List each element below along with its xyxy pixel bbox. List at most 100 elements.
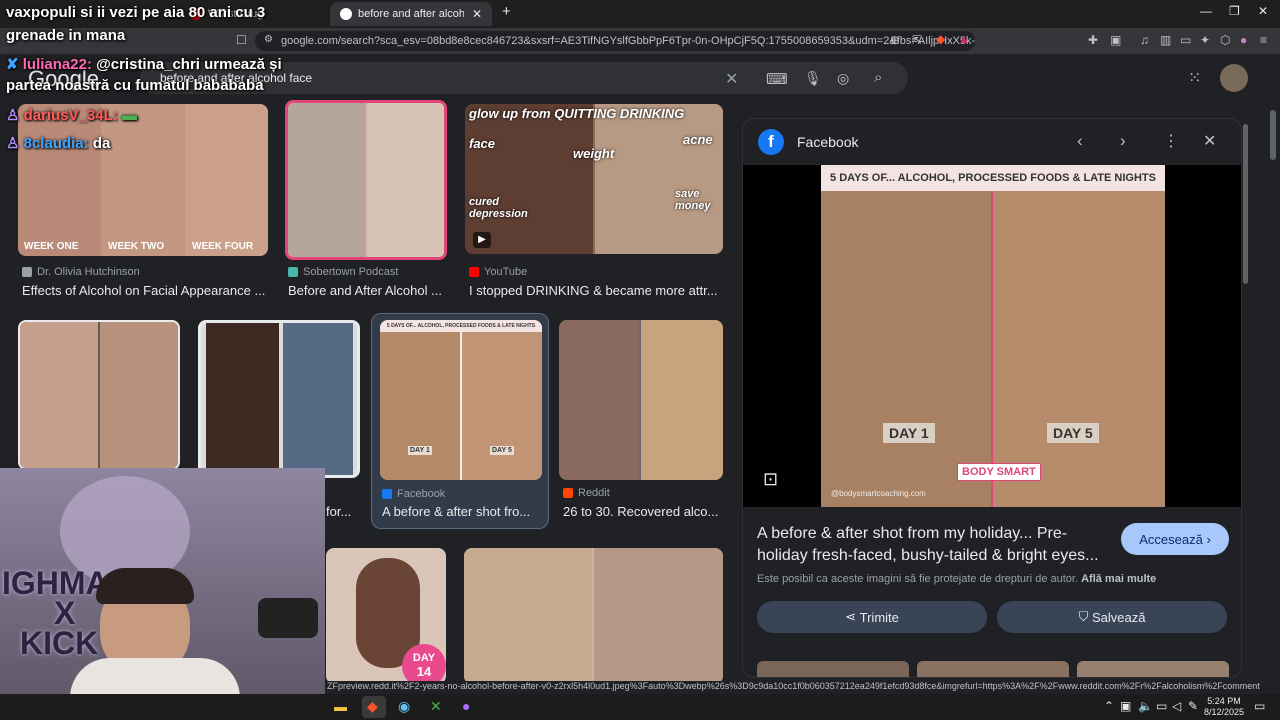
new-tab-icon[interactable]: + (502, 3, 511, 20)
image-tag: face (469, 136, 496, 151)
share-page-icon[interactable]: ⇱ (912, 33, 922, 47)
preview-photo: 5 DAYS OF... ALCOHOL, PROCESSED FOODS & … (821, 165, 1165, 507)
notification-icon[interactable]: ▭ (1254, 699, 1265, 713)
image-caption: 5 DAYS OF... ALCOHOL, PROCESSED FOODS & … (380, 320, 542, 332)
app-icon[interactable]: ✕ (430, 698, 442, 715)
close-tab-icon[interactable]: ✕ (472, 7, 482, 21)
link-status-bar: ZFpreview.redd.it%2F2-years-no-alcohol-b… (325, 681, 1260, 694)
previous-icon[interactable]: ‹ (1077, 131, 1083, 151)
zoom-icon[interactable]: ⊕ (890, 33, 900, 47)
title-line: A before & after shot from my holiday...… (757, 525, 1068, 542)
more-options-icon[interactable]: ⋮ (1163, 131, 1179, 151)
result-image[interactable] (559, 320, 723, 480)
media-icon[interactable]: ▣ (1110, 33, 1121, 47)
streaming-app-icon[interactable]: ● (462, 698, 470, 714)
extensions-icon[interactable]: ✚ (1088, 33, 1098, 47)
panel-source[interactable]: Facebook (797, 134, 858, 150)
close-panel-icon[interactable]: ✕ (1203, 131, 1216, 151)
bookmark-icon[interactable]: ☐ (236, 33, 247, 47)
minimize-icon[interactable]: — (1200, 4, 1212, 18)
volume-icon[interactable]: 🔈 (1138, 699, 1153, 713)
brave-shield-icon[interactable]: ◆ (936, 32, 945, 46)
panel-scrollbar[interactable] (1243, 124, 1248, 284)
save-button[interactable]: ⛉ Salvează (997, 601, 1227, 633)
result-title[interactable]: for... (326, 504, 356, 519)
result-source: Reddit (563, 487, 610, 499)
share-button[interactable]: ⋖ Trimite (757, 601, 987, 633)
source-label: Dr. Olivia Hutchinson (37, 266, 140, 278)
keyboard-icon[interactable]: ⌨ (766, 70, 788, 88)
clear-search-icon[interactable]: ✕ (725, 69, 738, 89)
banner-line: KICK (20, 625, 99, 661)
lens-icon[interactable]: ◎ (837, 70, 849, 87)
close-window-icon[interactable]: ✕ (1258, 4, 1268, 18)
lens-search-icon[interactable]: ⊡ (763, 469, 778, 490)
streamer-hair (96, 568, 194, 604)
result-image[interactable] (285, 100, 447, 260)
chat-line: ♙ dariusV_34L: ▬ (6, 106, 137, 124)
related-thumbnail[interactable] (917, 661, 1069, 677)
result-title[interactable]: A before & after shot fro... (382, 504, 544, 519)
page-scrollbar[interactable] (1270, 110, 1276, 160)
tab-label: before and after alcohol face - G (358, 8, 464, 20)
result-title[interactable]: 26 to 30. Recovered alco... (563, 504, 723, 519)
image-label: WEEK ONE (24, 241, 79, 252)
microphone-icon[interactable]: 🎙 (804, 70, 822, 87)
copyright-notice: Este posibil ca aceste imagini să fie pr… (757, 573, 1156, 585)
windows-taskbar: ▬ ◆ ◉ ✕ ● ⌃ ▣ 🔈 ▭ ◁ ✎ 5:24 PM 8/12/2025 … (0, 694, 1280, 720)
speaker-icon[interactable]: ◁ (1172, 699, 1181, 713)
site-info-icon[interactable]: ⚙ (264, 34, 273, 45)
system-clock[interactable]: 5:24 PM 8/12/2025 (1204, 696, 1244, 718)
account-avatar[interactable] (1220, 64, 1248, 92)
visit-button[interactable]: Accesează › (1121, 523, 1229, 555)
related-thumbnail[interactable] (757, 661, 909, 677)
url-field[interactable]: ⚙ google.com/search?sca_esv=08bd8e8cec84… (255, 31, 975, 51)
result-title[interactable]: Before and After Alcohol ... (288, 283, 448, 298)
restore-icon[interactable]: ❐ (1229, 4, 1240, 18)
tray-chevron-icon[interactable]: ⌃ (1104, 699, 1114, 713)
menu-icon[interactable]: ≡ (1260, 33, 1267, 47)
result-image[interactable]: 5 DAYS OF... ALCOHOL, PROCESSED FOODS & … (380, 320, 542, 480)
learn-more-link[interactable]: Află mai multe (1081, 573, 1156, 585)
result-image[interactable] (464, 548, 723, 684)
related-thumbnail[interactable] (1077, 661, 1229, 677)
result-title[interactable]: Effects of Alcohol on Facial Appearance … (22, 283, 270, 298)
result-source: YouTube (469, 266, 527, 278)
brave-browser-icon[interactable]: ◆ (367, 698, 378, 715)
chat-badge-icon: ♙ (6, 135, 20, 152)
day-label: DAY 5 (490, 446, 514, 455)
chat-username: 8claudia: (23, 135, 89, 152)
result-source: Sobertown Podcast (288, 266, 398, 278)
result-image[interactable]: DAY 14 (326, 548, 446, 684)
face-photo (380, 332, 460, 480)
result-title[interactable]: I stopped DRINKING & became more attr... (469, 283, 723, 298)
copyright-text: Este posibil ca aceste imagini să fie pr… (757, 573, 1079, 585)
brave-rewards-icon[interactable]: ▲ (958, 32, 970, 46)
leo-icon[interactable]: ✦ (1200, 33, 1210, 47)
result-image[interactable] (198, 320, 360, 478)
panel-title[interactable]: A before & after shot from my holiday...… (757, 523, 1099, 567)
music-icon[interactable]: ♫ (1140, 33, 1149, 47)
steam-icon[interactable]: ◉ (398, 698, 410, 715)
result-image[interactable]: WEEK ONE WEEK TWO WEEK FOUR (18, 104, 268, 256)
pen-icon[interactable]: ✎ (1188, 699, 1198, 713)
search-icon[interactable]: ⌕ (874, 69, 882, 86)
wallet-icon[interactable]: ▭ (1180, 33, 1191, 47)
preview-image[interactable]: 5 DAYS OF... ALCOHOL, PROCESSED FOODS & … (743, 165, 1241, 507)
result-card-selected[interactable]: 5 DAYS OF... ALCOHOL, PROCESSED FOODS & … (371, 313, 549, 529)
next-icon[interactable]: › (1120, 131, 1126, 151)
file-explorer-icon[interactable]: ▬ (334, 699, 347, 714)
day-label: DAY 1 (408, 446, 432, 455)
tab-google-search[interactable]: before and after alcohol face - G ✕ (330, 2, 492, 26)
chat-line: ♙ 8claudia: da (6, 134, 110, 152)
apps-grid-icon[interactable]: ⁙ (1188, 68, 1201, 88)
vpn-icon[interactable]: ⬡ (1220, 33, 1230, 47)
result-image[interactable] (18, 320, 180, 470)
facebook-icon: f (758, 129, 784, 155)
profile-icon[interactable]: ● (1240, 33, 1247, 47)
network-icon[interactable]: ▭ (1156, 699, 1167, 713)
result-image[interactable]: glow up from QUITTING DRINKING face weig… (465, 104, 723, 254)
tray-app-icon[interactable]: ▣ (1120, 699, 1131, 713)
chat-line: vaxpopuli si ii vezi pe aia 80 ani cu 3 (6, 4, 266, 21)
sidebar-icon[interactable]: ▥ (1160, 33, 1171, 47)
